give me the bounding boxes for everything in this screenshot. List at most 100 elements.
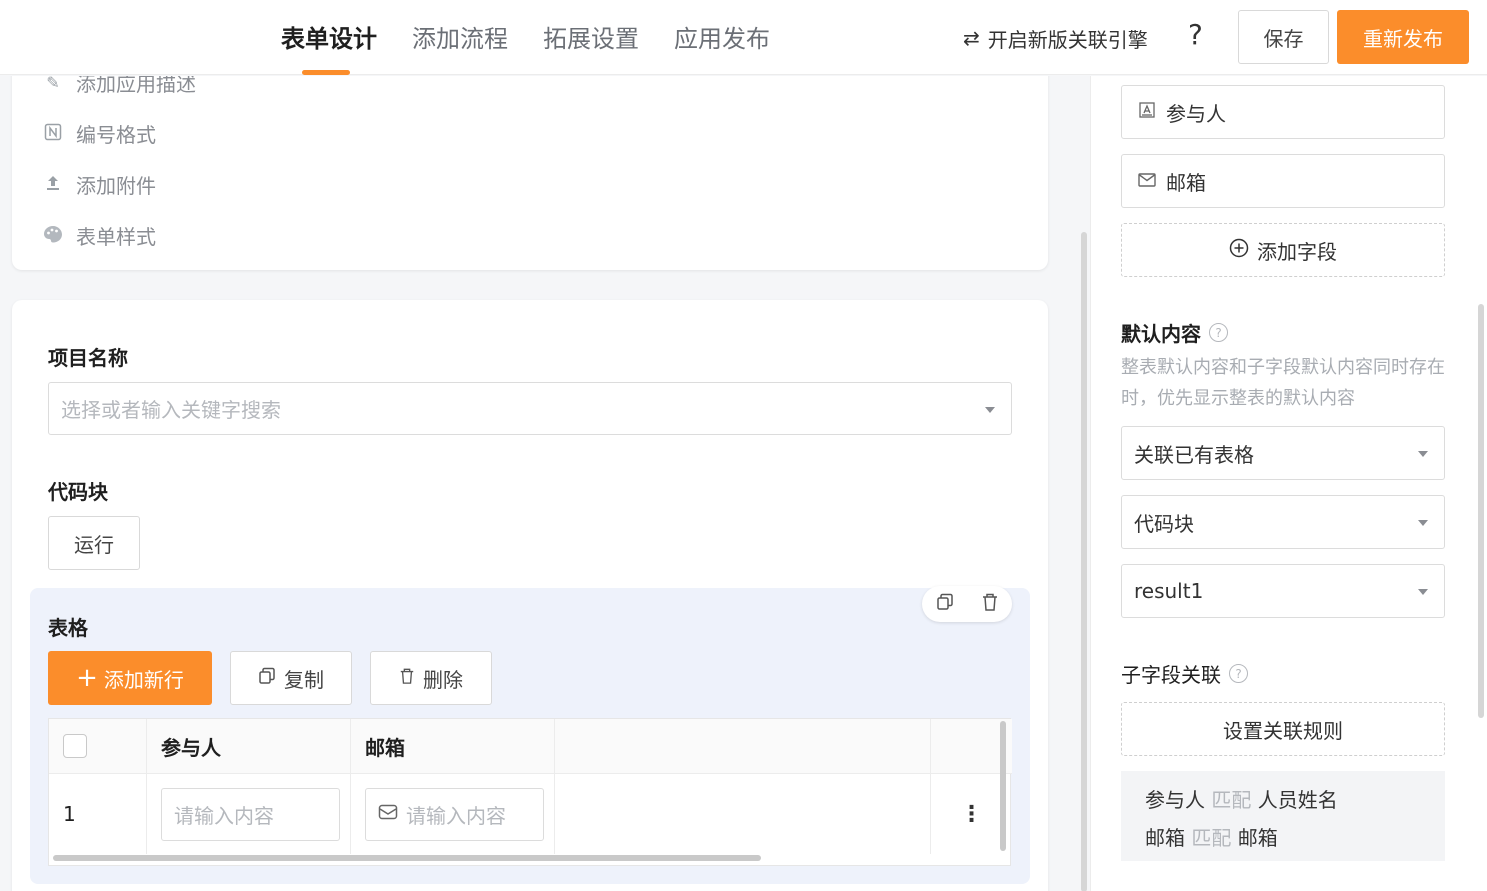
copy-icon <box>258 666 276 690</box>
upload-icon <box>42 174 64 196</box>
number-icon <box>42 123 64 145</box>
question-icon[interactable]: ? <box>1229 664 1248 683</box>
delete-row-button[interactable]: 删除 <box>370 651 492 705</box>
menu-label: 编号格式 <box>76 123 156 147</box>
menu-label: 添加附件 <box>76 174 156 198</box>
participant-input[interactable]: 请输入内容 <box>161 787 340 841</box>
chevron-down-icon <box>1418 520 1428 526</box>
edit-icon: ✎ <box>46 76 60 92</box>
question-icon[interactable]: ? <box>1209 323 1228 342</box>
field-label: 参与人 <box>1166 101 1226 126</box>
menu-label: 表单样式 <box>76 225 156 249</box>
source-table-value: 关联已有表格 <box>1134 442 1254 467</box>
properties-panel: 参与人 邮箱 添加字段 默认内容 ? 整表默认内容和子字段默认内容同时存在时，优… <box>1090 76 1487 891</box>
link-rules-list: 参与人 匹配 人员姓名 邮箱 匹配 邮箱 <box>1121 771 1445 861</box>
column-header-email: 邮箱 <box>351 719 555 774</box>
menu-label: 添加应用描述 <box>76 76 196 96</box>
person-field-icon <box>1138 102 1156 122</box>
menu-add-attachment[interactable]: 添加附件 <box>42 170 156 199</box>
trash-icon <box>399 666 415 690</box>
tab-extended-settings[interactable]: 拓展设置 <box>543 0 639 75</box>
table-row: 请输入内容 <box>351 774 555 854</box>
project-name-label: 项目名称 <box>48 346 128 370</box>
add-row-label: 添加新行 <box>103 667 184 692</box>
column-header-participant: 参与人 <box>147 719 351 774</box>
add-new-row-button[interactable]: + 添加新行 <box>48 651 212 705</box>
copy-label: 复制 <box>284 667 324 692</box>
default-content-label: 默认内容 <box>1121 322 1201 346</box>
copy-row-button[interactable]: 复制 <box>230 651 352 705</box>
table-header-select <box>49 719 147 774</box>
default-content-title: 默认内容 ? <box>1121 318 1228 347</box>
canvas-scrollbar[interactable] <box>1081 232 1087 891</box>
mail-icon <box>1138 172 1156 191</box>
rule-op: 匹配 <box>1191 826 1232 850</box>
field-label: 邮箱 <box>1166 170 1206 195</box>
chevron-down-icon <box>1418 589 1428 595</box>
source-table-select[interactable]: 关联已有表格 <box>1121 426 1445 480</box>
menu-add-description[interactable]: ✎ 添加应用描述 <box>42 76 196 97</box>
table-row: 请输入内容 <box>147 774 351 854</box>
result-value: result1 <box>1134 579 1204 603</box>
code-block-select[interactable]: 代码块 <box>1121 495 1445 549</box>
table-horizontal-scrollbar[interactable] <box>53 855 761 861</box>
republish-button[interactable]: 重新发布 <box>1337 10 1469 64</box>
table-block-tools <box>922 586 1012 622</box>
palette-icon <box>42 225 64 247</box>
panel-scrollbar[interactable] <box>1478 304 1484 718</box>
swap-icon: ⇄ <box>963 26 980 50</box>
menu-number-format[interactable]: 编号格式 <box>42 119 156 148</box>
data-table: 参与人 邮箱 1 请输入内容 请输入内容 ⋮ <box>48 718 1012 866</box>
email-input[interactable]: 请输入内容 <box>365 787 544 841</box>
empty-cell <box>555 774 931 854</box>
top-bar: 表单设计 添加流程 拓展设置 应用发布 ⇄ 开启新版关联引擎 ? 保存 重新发布 <box>0 0 1487 75</box>
plus-icon: + <box>76 663 98 693</box>
engine-label: 开启新版关联引擎 <box>987 27 1148 52</box>
project-name-placeholder: 选择或者输入关键字搜索 <box>61 398 281 422</box>
rule-left: 参与人 <box>1145 788 1205 812</box>
list-item: 参与人 匹配 人员姓名 <box>1145 781 1445 819</box>
subfield-link-label: 子字段关联 <box>1121 663 1221 687</box>
menu-form-style[interactable]: 表单样式 <box>42 221 156 250</box>
run-button[interactable]: 运行 <box>48 516 140 570</box>
subfield-email[interactable]: 邮箱 <box>1121 154 1445 208</box>
code-block-value: 代码块 <box>1134 511 1194 536</box>
delete-label: 删除 <box>423 667 463 692</box>
new-engine-toggle[interactable]: ⇄ 开启新版关联引擎 <box>963 22 1148 54</box>
default-content-description: 整表默认内容和子字段默认内容同时存在时，优先显示整表的默认内容 <box>1121 357 1445 409</box>
form-canvas: ✎ 添加应用描述 编号格式 添加附件 表单样式 项目名称 选择或者输入关键字搜索… <box>0 76 1090 891</box>
result-select[interactable]: result1 <box>1121 564 1445 618</box>
table-vertical-scrollbar[interactable] <box>1000 721 1006 851</box>
plus-circle-icon <box>1229 238 1249 263</box>
copy-icon[interactable] <box>936 593 954 616</box>
row-index: 1 <box>49 774 147 854</box>
help-icon[interactable]: ? <box>1188 18 1203 51</box>
column-header-empty <box>555 719 931 774</box>
subfield-participant[interactable]: 参与人 <box>1121 85 1445 139</box>
rule-left: 邮箱 <box>1145 826 1185 850</box>
select-all-checkbox[interactable] <box>63 734 87 758</box>
main-tabs: 表单设计 添加流程 拓展设置 应用发布 <box>281 0 805 75</box>
set-link-rule-button[interactable]: 设置关联规则 <box>1121 702 1445 756</box>
tab-add-process[interactable]: 添加流程 <box>412 0 508 75</box>
rule-op: 匹配 <box>1211 788 1252 812</box>
subfield-link-title: 子字段关联 ? <box>1121 659 1248 688</box>
mail-icon <box>378 802 398 826</box>
table-label: 表格 <box>48 616 88 640</box>
save-button[interactable]: 保存 <box>1238 10 1329 64</box>
tab-form-design[interactable]: 表单设计 <box>281 0 377 75</box>
rule-right: 人员姓名 <box>1257 788 1338 812</box>
trash-icon[interactable] <box>981 592 999 617</box>
code-block-label: 代码块 <box>48 480 108 504</box>
chevron-down-icon <box>985 406 995 413</box>
tab-app-publish[interactable]: 应用发布 <box>674 0 770 75</box>
settings-card: ✎ 添加应用描述 编号格式 添加附件 表单样式 <box>12 76 1048 270</box>
chevron-down-icon <box>1418 451 1428 457</box>
email-placeholder: 请输入内容 <box>406 803 506 828</box>
more-vertical-icon[interactable]: ⋮ <box>961 802 983 827</box>
list-item: 邮箱 匹配 邮箱 <box>1145 819 1445 857</box>
add-field-label: 添加字段 <box>1257 239 1337 264</box>
project-name-select[interactable]: 选择或者输入关键字搜索 <box>48 382 1012 435</box>
add-field-button[interactable]: 添加字段 <box>1121 223 1445 277</box>
rule-right: 邮箱 <box>1237 826 1278 850</box>
